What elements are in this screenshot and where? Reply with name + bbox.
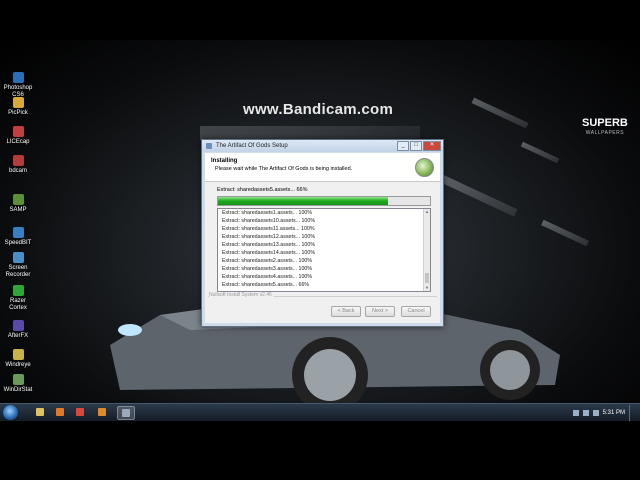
desktop-icon[interactable]: WinDirStat xyxy=(2,374,34,394)
installer-logo-icon xyxy=(415,158,434,177)
installer-window[interactable]: The Artifact Of Gods Setup _ □ ✕ Install… xyxy=(201,139,444,327)
installer-icon xyxy=(122,409,130,417)
app-shortcut-icon xyxy=(12,285,24,296)
log-line: Extract: sharedassets14.assets... 100% xyxy=(222,250,316,256)
start-button[interactable] xyxy=(3,405,18,420)
minimize-icon[interactable]: _ xyxy=(397,141,409,151)
details-log[interactable]: Extract: sharedassets1.assets... 100% Ext… xyxy=(217,208,431,292)
progress-bar xyxy=(217,196,431,206)
status-text: Extract: sharedassets5.assets... 66% xyxy=(217,187,308,193)
taskbar-item[interactable] xyxy=(117,406,135,420)
desktop-icon[interactable]: PicPick xyxy=(2,97,34,117)
desktop-icon-label: WinDirStat xyxy=(3,387,33,393)
log-line: Extract: sharedassets1.assets... 100% xyxy=(222,210,313,216)
nsis-branding: Nullsoft Install System v2.46 xyxy=(209,292,274,298)
wallpaper-shard xyxy=(471,97,529,129)
app-shortcut-icon xyxy=(12,194,24,205)
log-scrollbar[interactable]: ▲ ▼ xyxy=(423,209,430,291)
page-title: Installing xyxy=(211,158,238,164)
firefox-icon xyxy=(98,408,106,416)
desktop-icon[interactable]: AfterFX xyxy=(2,320,34,340)
cancel-button[interactable]: Cancel xyxy=(401,306,431,317)
wallpaper-shard xyxy=(432,171,518,217)
wallpaper-shard xyxy=(541,219,589,247)
log-line: Extract: sharedassets12.assets... 100% xyxy=(222,234,316,240)
taskbar: 5:31 PM xyxy=(0,403,640,421)
scroll-down-icon[interactable]: ▼ xyxy=(424,285,430,291)
wallpaper-shard xyxy=(520,141,560,164)
tray-arrow-icon[interactable] xyxy=(572,409,579,416)
app-shortcut-icon xyxy=(12,155,24,166)
desktop-icon-label: Screen Recorder xyxy=(5,265,31,278)
app-shortcut-icon xyxy=(12,72,24,83)
taskbar-item[interactable] xyxy=(94,406,110,418)
desktop-icon[interactable]: LICEcap xyxy=(2,126,34,146)
app-shortcut-icon xyxy=(12,97,24,108)
window-title: The Artifact Of Gods Setup xyxy=(216,143,288,149)
desktop-icon[interactable]: bdcam xyxy=(2,155,34,175)
app-shortcut-icon xyxy=(12,126,24,137)
log-line: Extract: sharedassets4.assets... 100% xyxy=(222,274,313,280)
desktop-icon[interactable]: Screen Recorder xyxy=(2,252,34,279)
taskbar-item[interactable] xyxy=(72,406,88,418)
desktop-icon[interactable]: Windreye xyxy=(2,349,34,369)
taskbar-item[interactable] xyxy=(32,406,48,418)
chrome-icon xyxy=(76,408,84,416)
system-tray: 5:31 PM xyxy=(572,404,638,421)
desktop-icon-label: Windreye xyxy=(5,362,31,368)
page-subtitle: Please wait while The Artifact Of Gods i… xyxy=(215,166,353,172)
scroll-up-icon[interactable]: ▲ xyxy=(424,209,430,215)
installer-header: Installing Please wait while The Artifac… xyxy=(205,153,440,182)
scroll-thumb[interactable] xyxy=(425,273,429,283)
app-icon xyxy=(206,143,212,149)
desktop-icon-label: SpeedBIT xyxy=(4,240,32,246)
clock[interactable]: 5:31 PM xyxy=(603,410,625,416)
window-titlebar[interactable]: The Artifact Of Gods Setup _ □ ✕ xyxy=(202,140,443,152)
desktop-icon[interactable]: SpeedBIT xyxy=(2,227,34,247)
desktop-icon[interactable]: Razer Cortex xyxy=(2,285,34,312)
desktop-icon-label: PicPick xyxy=(8,110,28,116)
close-icon[interactable]: ✕ xyxy=(423,141,441,151)
desktop-icon[interactable]: SAMP xyxy=(2,194,34,214)
desktop-icon-label: AfterFX xyxy=(7,333,29,339)
app-shortcut-icon xyxy=(12,252,24,263)
log-line: Extract: sharedassets10.assets... 100% xyxy=(222,218,316,224)
brand-line2: WALLPAPERS xyxy=(585,130,625,136)
taskbar-item[interactable] xyxy=(52,406,68,418)
next-button[interactable]: Next > xyxy=(365,306,395,317)
media-player-icon xyxy=(56,408,64,416)
app-shortcut-icon xyxy=(12,227,24,238)
desktop-icon-label: SAMP xyxy=(9,207,27,213)
app-shortcut-icon xyxy=(12,349,24,360)
log-line: Extract: sharedassets11.assets... 100% xyxy=(222,226,315,232)
app-shortcut-icon xyxy=(12,320,24,331)
show-desktop-button[interactable] xyxy=(629,404,638,421)
back-button[interactable]: < Back xyxy=(331,306,361,317)
installer-body: Installing Please wait while The Artifac… xyxy=(205,153,440,323)
desktop-icon-label: Razer Cortex xyxy=(9,298,27,311)
wallpaper-shard xyxy=(200,126,420,140)
log-line: Extract: sharedassets2.assets... 100% xyxy=(222,258,313,264)
log-line: Extract: sharedassets3.assets... 100% xyxy=(222,266,313,272)
desktop-icon[interactable]: Photoshop CS6 xyxy=(2,72,34,99)
volume-icon[interactable] xyxy=(592,409,599,416)
desktop-icon-label: LICEcap xyxy=(6,139,30,145)
log-line: Extract: sharedassets13.assets... 100% xyxy=(222,242,316,248)
app-shortcut-icon xyxy=(12,374,24,385)
explorer-icon xyxy=(36,408,44,416)
log-line: Extract: sharedassets5.assets... 66% xyxy=(222,282,310,288)
desktop-icon-label: bdcam xyxy=(8,168,27,174)
log-list: Extract: sharedassets1.assets... 100% Ext… xyxy=(218,209,430,289)
brand-logo: SUPERB WALLPAPERS xyxy=(582,118,628,138)
watermark: www.Bandicam.com xyxy=(243,101,394,118)
maximize-icon[interactable]: □ xyxy=(410,141,422,151)
network-icon[interactable] xyxy=(582,409,589,416)
progress-fill xyxy=(218,197,388,205)
